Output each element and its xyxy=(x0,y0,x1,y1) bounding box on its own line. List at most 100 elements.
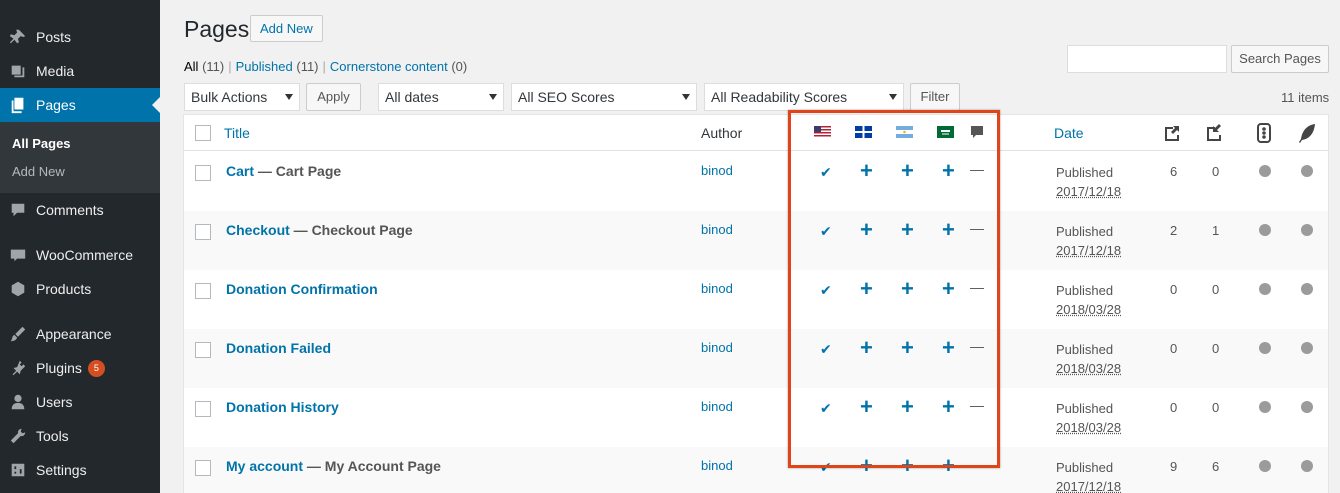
check-icon[interactable]: ✔ xyxy=(820,223,832,240)
row-checkbox[interactable] xyxy=(195,460,211,476)
row-author[interactable]: binod xyxy=(701,222,733,237)
table-row: Cart — Cart Page binod ✔ + + + — Publish… xyxy=(184,152,1328,211)
bulk-actions-select[interactable]: Bulk Actions xyxy=(184,83,300,111)
menu-products[interactable]: Products xyxy=(0,272,160,306)
row-checkbox[interactable] xyxy=(195,224,211,240)
chevron-down-icon xyxy=(889,94,897,100)
submenu-add-new[interactable]: Add New xyxy=(12,164,65,179)
seo-value: All SEO Scores xyxy=(518,89,615,105)
row-checkbox[interactable] xyxy=(195,401,211,417)
plus-icon[interactable]: + xyxy=(942,278,955,300)
row-author[interactable]: binod xyxy=(701,399,733,414)
row-author[interactable]: binod xyxy=(701,340,733,355)
plus-icon[interactable]: + xyxy=(860,455,873,477)
add-new-button[interactable]: Add New xyxy=(250,15,323,42)
row-date-value: 2017/12/18 xyxy=(1056,184,1122,199)
plus-icon[interactable]: + xyxy=(901,455,914,477)
argentina-flag-icon[interactable] xyxy=(896,126,913,141)
plus-icon[interactable]: + xyxy=(901,278,914,300)
row-title-link[interactable]: Donation History xyxy=(226,399,339,415)
items-count: 11 items xyxy=(1281,90,1330,105)
row-title-link[interactable]: Checkout xyxy=(226,222,290,238)
row-title-link[interactable]: Cart xyxy=(226,163,254,179)
row-checkbox[interactable] xyxy=(195,342,211,358)
menu-label: Comments xyxy=(36,202,104,218)
seo-scores-select[interactable]: All SEO Scores xyxy=(511,83,697,111)
comment-icon xyxy=(8,200,28,220)
filter-button[interactable]: Filter xyxy=(910,83,960,111)
menu-posts[interactable]: Posts xyxy=(0,20,160,54)
comment-icon xyxy=(970,125,984,142)
plus-icon[interactable]: + xyxy=(860,278,873,300)
row-date-value: 2017/12/18 xyxy=(1056,243,1122,258)
menu-settings[interactable]: Settings xyxy=(0,453,160,487)
plus-icon[interactable]: + xyxy=(901,337,914,359)
check-icon[interactable]: ✔ xyxy=(820,341,832,358)
row-date-value: 2018/03/28 xyxy=(1056,302,1122,317)
seo-score-dot xyxy=(1259,460,1271,472)
check-icon[interactable]: ✔ xyxy=(820,400,832,417)
row-status: Published xyxy=(1056,165,1114,180)
check-icon[interactable]: ✔ xyxy=(820,164,832,181)
plus-icon[interactable]: + xyxy=(901,396,914,418)
row-date: Published 2018/03/28 xyxy=(1056,399,1121,437)
check-icon[interactable]: ✔ xyxy=(820,459,832,476)
row-checkbox[interactable] xyxy=(195,283,211,299)
menu-comments[interactable]: Comments xyxy=(0,193,160,227)
plus-icon[interactable]: + xyxy=(942,160,955,182)
plus-icon[interactable]: + xyxy=(860,337,873,359)
plus-icon[interactable]: + xyxy=(942,337,955,359)
pages-table: Title Author Date Cart — Cart Page binod… xyxy=(183,114,1329,493)
plus-icon[interactable]: + xyxy=(942,455,955,477)
plus-icon[interactable]: + xyxy=(901,160,914,182)
filter-all[interactable]: All (11) xyxy=(184,59,224,74)
bulk-actions-value: Bulk Actions xyxy=(191,89,268,105)
plus-icon[interactable]: + xyxy=(860,160,873,182)
dates-select[interactable]: All dates xyxy=(378,83,504,111)
quebec-flag-icon[interactable] xyxy=(855,126,872,141)
outgoing-links-icon[interactable] xyxy=(1161,123,1181,146)
row-status: Published xyxy=(1056,342,1114,357)
menu-plugins[interactable]: Plugins 5 xyxy=(0,351,160,385)
column-date[interactable]: Date xyxy=(1054,125,1084,141)
row-author[interactable]: binod xyxy=(701,458,733,473)
plus-icon[interactable]: + xyxy=(942,396,955,418)
readability-select[interactable]: All Readability Scores xyxy=(704,83,904,111)
plus-icon[interactable]: + xyxy=(860,219,873,241)
filter-published[interactable]: Published (11) xyxy=(236,59,319,74)
us-flag-icon[interactable] xyxy=(814,126,831,141)
select-all-checkbox[interactable] xyxy=(195,125,211,141)
filter-cornerstone[interactable]: Cornerstone content (0) xyxy=(330,59,467,74)
incoming-links-icon[interactable] xyxy=(1203,123,1223,146)
row-title-link[interactable]: Donation Failed xyxy=(226,340,331,356)
apply-button[interactable]: Apply xyxy=(306,83,361,111)
column-title[interactable]: Title xyxy=(224,125,250,141)
settings-icon xyxy=(8,460,28,480)
row-title-link[interactable]: Donation Confirmation xyxy=(226,281,378,297)
menu-pages[interactable]: Pages xyxy=(0,88,160,122)
filter-cornerstone-label: Cornerstone content xyxy=(329,59,448,74)
row-checkbox[interactable] xyxy=(195,165,211,181)
search-input[interactable] xyxy=(1067,45,1227,73)
row-links-in: 0 xyxy=(1212,341,1220,356)
check-icon[interactable]: ✔ xyxy=(820,282,832,299)
row-author[interactable]: binod xyxy=(701,163,733,178)
feather-icon[interactable] xyxy=(1298,123,1316,146)
dash-icon: — xyxy=(970,397,984,413)
plus-icon[interactable]: + xyxy=(860,396,873,418)
menu-tools[interactable]: Tools xyxy=(0,419,160,453)
plus-icon[interactable]: + xyxy=(942,219,955,241)
readability-score-dot xyxy=(1301,283,1313,295)
saudi-flag-icon[interactable] xyxy=(937,126,954,141)
menu-users[interactable]: Users xyxy=(0,385,160,419)
search-pages-button[interactable]: Search Pages xyxy=(1231,45,1329,73)
submenu-all-pages[interactable]: All Pages xyxy=(12,136,71,151)
traffic-light-icon[interactable] xyxy=(1257,123,1271,146)
menu-appearance[interactable]: Appearance xyxy=(0,317,160,351)
row-title-link[interactable]: My account xyxy=(226,458,303,474)
plus-icon[interactable]: + xyxy=(901,219,914,241)
menu-woocommerce[interactable]: WooCommerce xyxy=(0,238,160,272)
pages-submenu: All Pages Add New xyxy=(0,122,160,193)
menu-media[interactable]: Media xyxy=(0,54,160,88)
row-author[interactable]: binod xyxy=(701,281,733,296)
